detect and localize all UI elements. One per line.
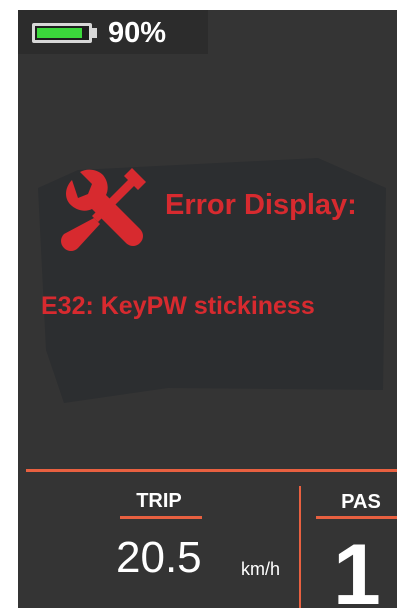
error-panel: Error Display: E32: KeyPW stickiness [18, 10, 397, 450]
error-title: Error Display: [165, 189, 357, 221]
display-screen: 90% Error Display: E32: KeyPW stickiness… [18, 10, 397, 608]
trip-unit: km/h [241, 559, 281, 579]
divider-horizontal [26, 469, 397, 472]
pas-label: PAS [341, 491, 381, 513]
pas-underline [316, 516, 397, 519]
error-message: E32: KeyPW stickiness [41, 292, 315, 320]
trip-value: 20.5 [116, 533, 202, 582]
trip-label: TRIP [136, 490, 182, 512]
tools-icon [61, 168, 146, 251]
divider-vertical [299, 486, 301, 608]
trip-underline [120, 516, 202, 519]
pas-value: 1 [333, 527, 381, 608]
